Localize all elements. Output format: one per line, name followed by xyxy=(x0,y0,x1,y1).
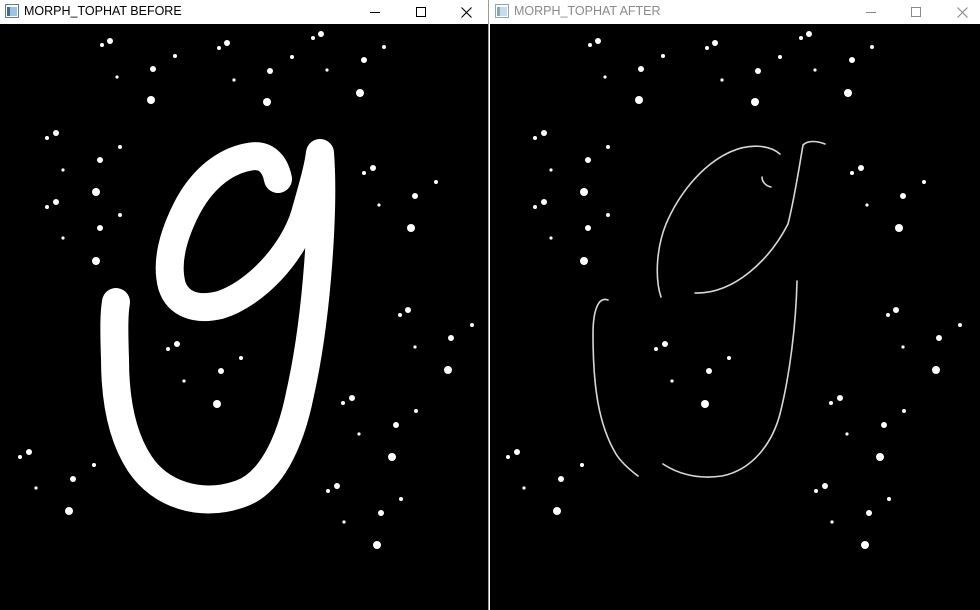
close-button[interactable] xyxy=(939,0,980,24)
letter-g-bold-image xyxy=(18,31,474,549)
close-icon xyxy=(460,6,472,18)
maximize-icon xyxy=(416,7,426,17)
minimize-button[interactable] xyxy=(352,0,398,24)
window-before: MORPH_TOPHAT BEFORE xyxy=(0,0,489,610)
maximize-icon xyxy=(911,7,921,17)
maximize-button[interactable] xyxy=(893,0,939,24)
title-bar[interactable]: MORPH_TOPHAT BEFORE xyxy=(0,0,488,24)
close-button[interactable] xyxy=(443,0,489,24)
window-title: MORPH_TOPHAT AFTER xyxy=(514,4,661,18)
close-icon xyxy=(956,6,968,18)
window-title: MORPH_TOPHAT BEFORE xyxy=(24,4,182,18)
app-icon xyxy=(495,4,509,18)
minimize-button[interactable] xyxy=(848,0,894,24)
maximize-button[interactable] xyxy=(398,0,444,24)
image-canvas-before[interactable] xyxy=(0,24,488,610)
image-canvas-after[interactable] xyxy=(490,24,980,610)
title-bar[interactable]: MORPH_TOPHAT AFTER xyxy=(490,0,980,24)
minimize-icon xyxy=(866,12,876,13)
window-after: MORPH_TOPHAT AFTER xyxy=(490,0,980,610)
minimize-icon xyxy=(370,12,380,13)
letter-g-outline-image xyxy=(506,31,962,549)
app-icon xyxy=(5,4,19,18)
